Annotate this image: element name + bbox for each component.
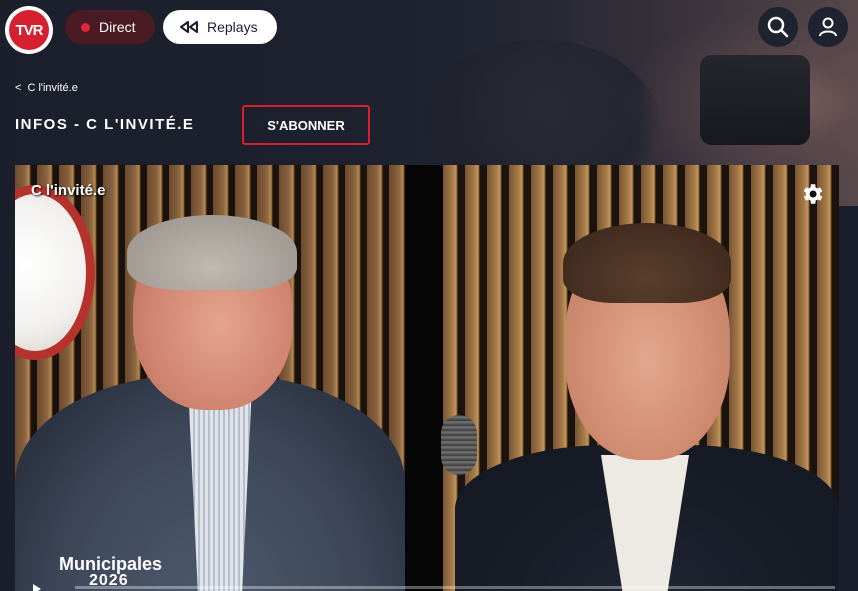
guest-right-hair <box>563 223 731 303</box>
split-screen-divider <box>405 165 443 591</box>
breadcrumb-link[interactable]: C l'invité.e <box>27 82 77 94</box>
progress-bar[interactable] <box>75 586 835 589</box>
video-title: C l'invité.e <box>31 182 106 199</box>
tvr-logo[interactable]: TVR <box>5 6 53 54</box>
breadcrumb[interactable]: < C l'invité.e <box>15 82 78 94</box>
overlay-line1: Municipales <box>59 554 163 574</box>
search-icon <box>767 16 789 38</box>
direct-label: Direct <box>99 19 136 35</box>
play-icon[interactable] <box>33 584 41 591</box>
gear-icon[interactable] <box>799 181 825 207</box>
video-player[interactable]: C l'invité.e Municipales 2026 <box>15 165 839 591</box>
microphone <box>441 415 477 475</box>
logo-text: TVR <box>9 10 49 50</box>
user-icon <box>819 17 837 37</box>
replays-label: Replays <box>207 19 258 35</box>
programme-overlay: Municipales 2026 <box>59 555 162 589</box>
subscribe-button[interactable]: S'ABONNER <box>242 105 370 145</box>
breadcrumb-chevron-icon: < <box>15 82 22 94</box>
page-title: INFOS - C L'INVITÉ.E <box>15 116 195 133</box>
guest-left-hair <box>127 215 297 290</box>
live-dot-icon <box>81 22 90 32</box>
replays-button[interactable]: Replays <box>163 10 277 44</box>
search-button[interactable] <box>758 7 798 47</box>
account-button[interactable] <box>808 7 848 47</box>
rewind-icon <box>180 21 198 33</box>
direct-button[interactable]: Direct <box>65 10 155 44</box>
